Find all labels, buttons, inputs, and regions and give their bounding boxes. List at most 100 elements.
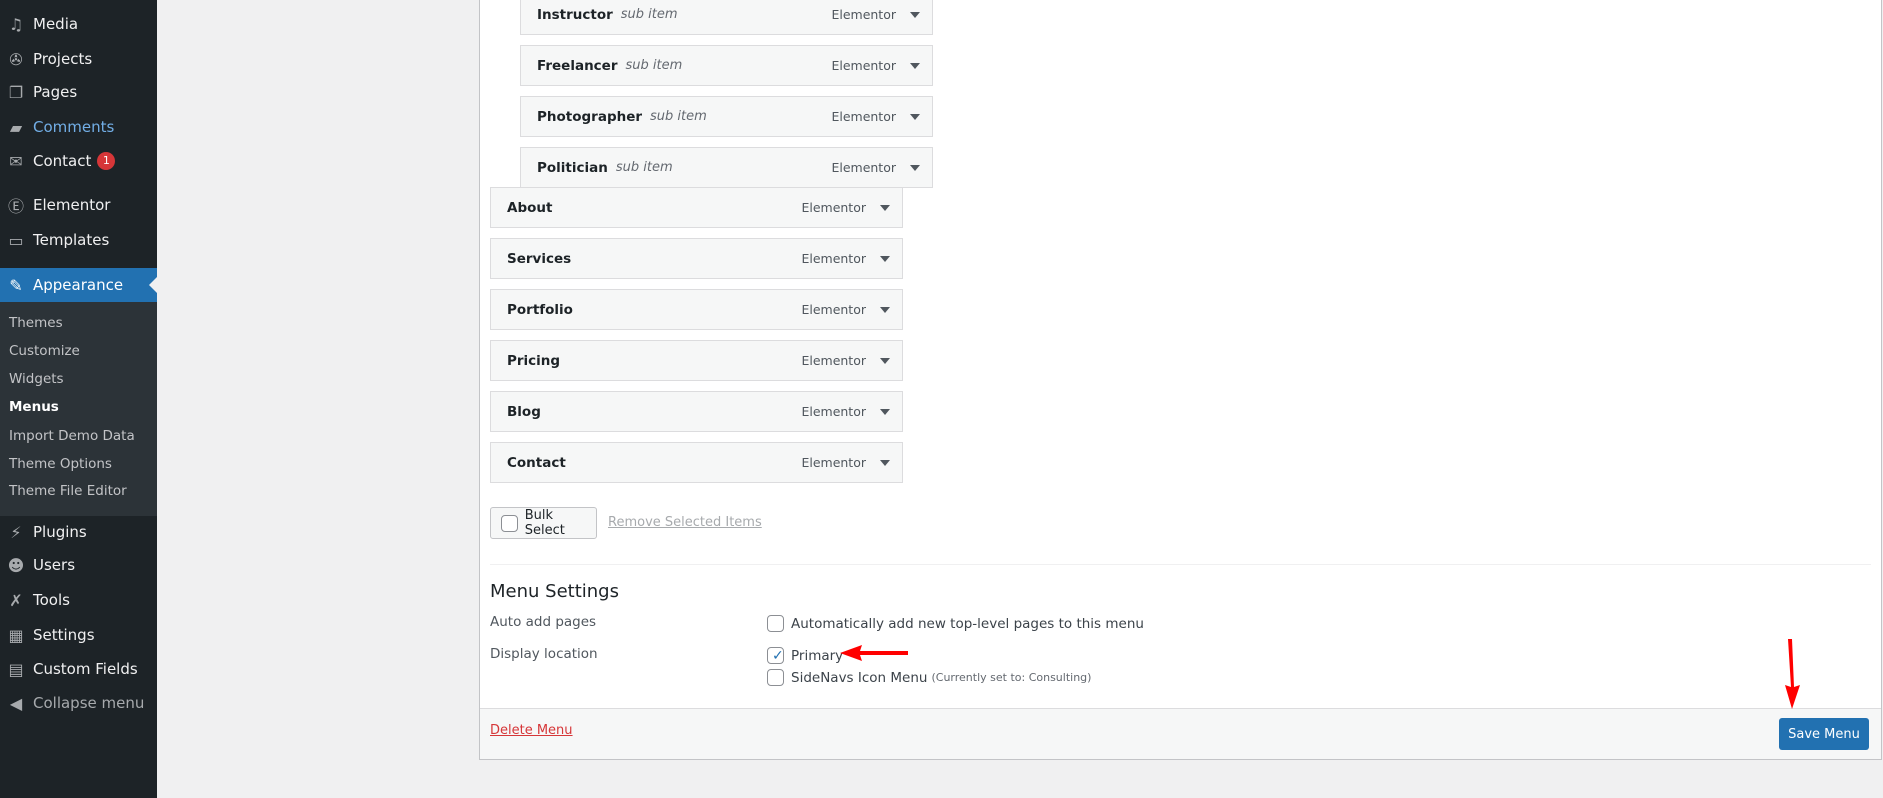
primary-location-option[interactable]: ✓ Primary — [767, 647, 843, 664]
sidebar-item-label: Media — [33, 15, 79, 33]
chevron-down-icon[interactable] — [880, 205, 890, 216]
chevron-down-icon[interactable] — [910, 12, 920, 23]
auto-add-option[interactable]: Automatically add new top-level pages to… — [767, 615, 1144, 632]
sub-item-tag: sub item — [615, 160, 673, 175]
sidebar-item-label: Settings — [33, 626, 95, 644]
sidebar-item-label: Templates — [33, 231, 110, 249]
chevron-down-icon[interactable] — [880, 409, 890, 420]
sidebar-item-appearance[interactable]: ✎ Appearance — [0, 268, 157, 302]
folder-icon: ▭ — [8, 230, 24, 250]
menu-item[interactable]: Services Elementor — [490, 238, 903, 279]
item-title: Freelancer — [537, 57, 618, 74]
sidebar-item-templates[interactable]: ▭ Templates — [0, 223, 157, 257]
item-type: Elementor — [831, 7, 896, 22]
sub-item-tag: sub item — [620, 7, 678, 22]
menu-item[interactable]: About Elementor — [490, 187, 903, 228]
delete-menu-link[interactable]: Delete Menu — [490, 723, 573, 738]
remove-selected-link[interactable]: Remove Selected Items — [608, 515, 762, 530]
item-title: Photographer — [537, 108, 643, 125]
sidebar-item-label: Custom Fields — [33, 660, 138, 678]
sidebar-item-label: Plugins — [33, 523, 87, 541]
primary-checkbox[interactable]: ✓ — [767, 647, 784, 664]
submenu-item-theme-file-editor[interactable]: Theme File Editor — [9, 483, 127, 499]
sidebar-item-plugins[interactable]: ⚡ Plugins — [0, 515, 157, 549]
submenu-item-import-demo-data[interactable]: Import Demo Data — [9, 428, 135, 444]
chevron-down-icon[interactable] — [880, 307, 890, 318]
menu-sub-item[interactable]: Politician sub item Elementor — [520, 147, 933, 188]
sidebar-item-users[interactable]: ☻ Users — [0, 548, 157, 582]
menu-item[interactable]: Blog Elementor — [490, 391, 903, 432]
item-type: Elementor — [801, 353, 866, 368]
sidebar-item-contact[interactable]: ✉ Contact 1 — [0, 144, 157, 178]
sidebar-item-custom-fields[interactable]: ▤ Custom Fields — [0, 652, 157, 686]
menu-settings-title: Menu Settings — [490, 581, 619, 602]
sub-item-tag: sub item — [650, 109, 707, 124]
sidenavs-checkbox[interactable] — [767, 669, 784, 686]
item-title: Politician — [537, 159, 608, 176]
plugin-icon: ⚡ — [10, 522, 22, 542]
sidebar-item-pages[interactable]: ❐ Pages — [0, 75, 157, 109]
primary-label: Primary — [791, 647, 844, 664]
sidebar-item-collapse-menu[interactable]: ◀ Collapse menu — [0, 686, 157, 720]
bulk-select-button[interactable]: Bulk Select — [490, 507, 597, 539]
sidebar-item-tools[interactable]: ✗ Tools — [0, 583, 157, 617]
submenu-item-customize[interactable]: Customize — [9, 343, 80, 359]
collapse-icon: ◀ — [9, 693, 23, 713]
appearance-submenu: Themes Customize Widgets Menus Import Demo D… — [0, 302, 157, 516]
bulk-select-checkbox[interactable] — [501, 514, 518, 532]
checkmark-icon: ✓ — [772, 648, 784, 664]
menu-item[interactable]: Pricing Elementor — [490, 340, 903, 381]
table-icon: ▤ — [8, 659, 24, 679]
item-type: Elementor — [831, 58, 896, 73]
menu-sub-item[interactable]: Photographer sub item Elementor — [520, 96, 933, 137]
sidebar-item-label: Elementor — [33, 196, 111, 214]
divider — [490, 564, 1871, 565]
menu-sub-item[interactable]: Freelancer sub item Elementor — [520, 45, 933, 86]
sidebar-item-label: Collapse menu — [33, 694, 145, 712]
submenu-item-widgets[interactable]: Widgets — [9, 371, 64, 387]
users-icon: ☻ — [7, 555, 25, 575]
chevron-down-icon[interactable] — [880, 358, 890, 369]
sidebar-item-label: Tools — [33, 591, 70, 609]
chevron-down-icon[interactable] — [880, 256, 890, 267]
submenu-item-themes[interactable]: Themes — [9, 315, 63, 331]
item-title: Contact — [507, 454, 566, 471]
menu-sub-item[interactable]: Instructor sub item Elementor — [520, 0, 933, 35]
sidenavs-location-option[interactable]: SideNavs Icon Menu (Currently set to: Co… — [767, 669, 1091, 686]
elementor-icon: Ⓔ — [7, 197, 24, 216]
sidebar-item-media[interactable]: ♫ Media — [0, 7, 157, 41]
comments-icon: ▰ — [9, 117, 23, 137]
sidebar-item-projects[interactable]: ✇ Projects — [0, 42, 157, 76]
mail-icon: ✉ — [9, 151, 23, 171]
sidebar-item-elementor[interactable]: Ⓔ Elementor — [0, 188, 157, 222]
sidenavs-note: (Currently set to: Consulting) — [931, 671, 1092, 684]
sidenavs-label: SideNavs Icon Menu — [791, 669, 928, 686]
chevron-down-icon[interactable] — [910, 114, 920, 125]
bulk-select-label: Bulk Select — [524, 508, 565, 538]
menu-item[interactable]: Portfolio Elementor — [490, 289, 903, 330]
auto-add-checkbox[interactable] — [767, 615, 784, 632]
chevron-down-icon[interactable] — [910, 63, 920, 74]
chevron-down-icon[interactable] — [880, 460, 890, 471]
item-type: Elementor — [831, 109, 896, 124]
item-title: Pricing — [507, 352, 561, 369]
item-type: Elementor — [801, 455, 866, 470]
wrench-icon: ✗ — [9, 590, 23, 610]
item-type: Elementor — [801, 251, 866, 266]
sidebar-item-settings[interactable]: ▦ Settings — [0, 618, 157, 652]
panel-footer — [480, 708, 1881, 759]
submenu-item-menus[interactable]: Menus — [9, 399, 59, 415]
item-type: Elementor — [831, 160, 896, 175]
menu-item[interactable]: Contact Elementor — [490, 442, 903, 483]
annotation-arrow-down — [1785, 639, 1800, 709]
notification-badge: 1 — [97, 152, 116, 170]
submenu-item-theme-options[interactable]: Theme Options — [9, 456, 112, 472]
sidebar-item-label: Projects — [33, 50, 93, 68]
save-menu-button[interactable]: Save Menu — [1779, 718, 1869, 750]
sub-item-tag: sub item — [625, 58, 683, 73]
sidebar-item-label: Users — [33, 556, 76, 574]
chevron-down-icon[interactable] — [910, 165, 920, 176]
sidebar-item-comments[interactable]: ▰ Comments — [0, 110, 157, 144]
auto-add-label: Auto add pages — [490, 614, 597, 630]
pages-icon: ❐ — [8, 82, 24, 102]
